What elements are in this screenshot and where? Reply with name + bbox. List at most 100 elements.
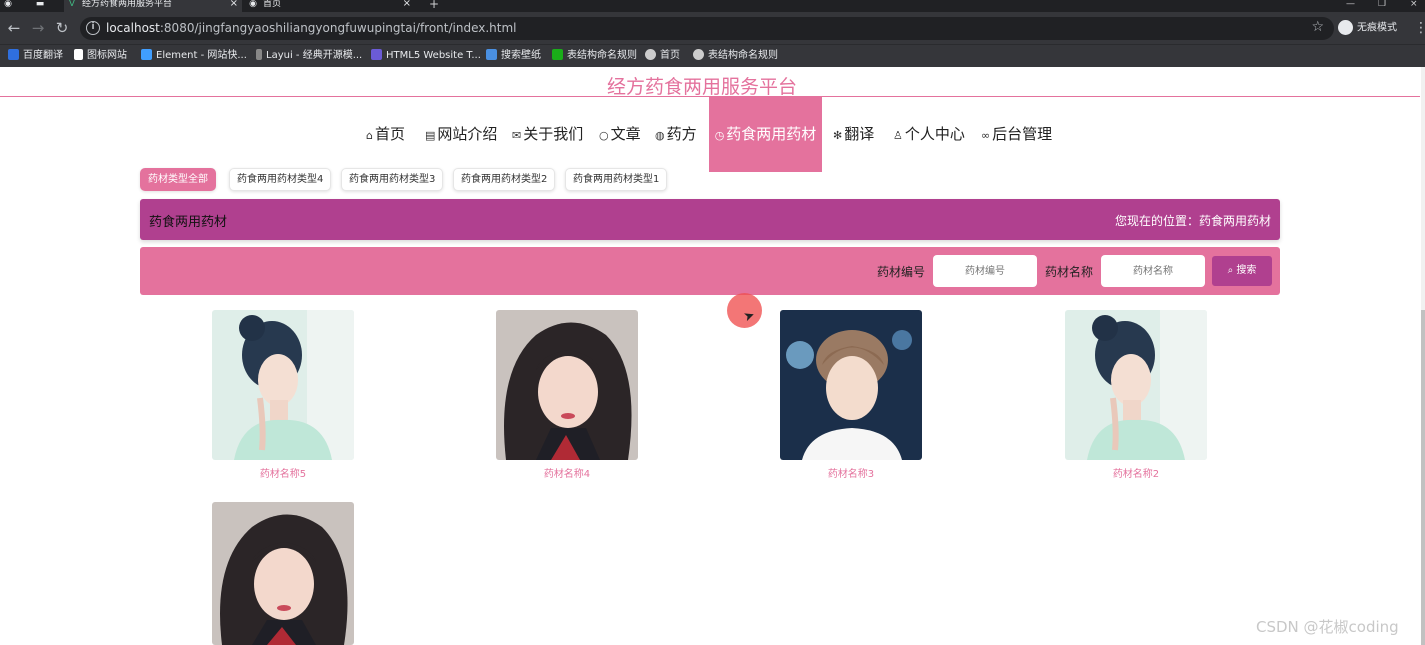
address-bar[interactable]: i localhost:8080/jingfangyaoshiliangyong… <box>80 17 1334 40</box>
bookmarks-bar: 百度翻译 图标网站 Element - 网站快... Layui - 经典开源模… <box>0 44 1425 67</box>
browser-tab[interactable]: ◉ <box>0 0 30 12</box>
restore-icon[interactable]: ❐ <box>1378 0 1386 9</box>
herb-photo[interactable] <box>212 310 354 460</box>
translate-icon <box>8 49 19 60</box>
cursor-icon: ➤ <box>741 307 758 326</box>
globe-icon <box>645 49 656 60</box>
nav-item-about[interactable]: ✉ 关于我们 <box>512 97 583 172</box>
scrollbar-thumb[interactable] <box>1421 310 1425 645</box>
site-title: 经方药食两用服务平台 <box>606 76 797 98</box>
browser-tab-active[interactable]: V 经方药食两用服务平台 × <box>64 0 242 12</box>
mail-icon: ✉ <box>512 129 522 142</box>
window-icon: ▬ <box>35 0 45 9</box>
cursor-highlight: ➤ <box>727 293 762 328</box>
herb-name[interactable]: 药材名称3 <box>780 465 922 480</box>
watermark: CSDN @花椒coding <box>1256 618 1399 636</box>
location-text: 您现在的位置：药食两用药材 <box>1114 214 1271 228</box>
close-window-icon[interactable]: × <box>1410 0 1418 9</box>
nav-item-herbs[interactable]: ◷ 药食两用药材 <box>709 97 822 172</box>
herb-card[interactable]: 药材名称3 <box>780 310 922 480</box>
bookmark-item[interactable]: Layui - 经典开源模... <box>256 49 362 63</box>
clock-icon: ◷ <box>714 129 725 142</box>
info-icon[interactable]: i <box>86 21 100 35</box>
section-title: 药食两用药材 <box>149 215 228 230</box>
chrome-icon: ◉ <box>4 0 12 9</box>
herb-card[interactable]: 药材名称4 <box>496 310 638 480</box>
browser-tab[interactable]: ▬ <box>32 0 62 12</box>
close-icon[interactable]: × <box>230 0 238 9</box>
search-bar: 药材编号 药材名称 ⌕ 搜索 <box>140 247 1280 295</box>
bookmark-star-icon[interactable]: ☆ <box>1311 19 1324 35</box>
url-text: localhost:8080/jingfangyaoshiliangyongfu… <box>106 21 517 35</box>
forward-icon[interactable]: → <box>30 20 46 36</box>
layui-icon <box>256 49 262 60</box>
nav-item-articles[interactable]: ○ 文章 <box>599 97 641 172</box>
bookmark-item[interactable]: 表结构命名规则 <box>693 49 778 63</box>
circle-icon: ○ <box>599 129 609 142</box>
browser-tab-strip: ◉ ▬ V 经方药食两用服务平台 × ◉ 首页 × + — ❐ × <box>0 0 1425 12</box>
nav-item-home[interactable]: ⌂ 首页 <box>366 97 405 172</box>
back-icon[interactable]: ← <box>6 20 22 36</box>
herb-card[interactable]: 药材名称5 <box>212 310 354 480</box>
type-tab[interactable]: 药食两用药材类型1 <box>565 168 668 191</box>
home-icon: ⌂ <box>366 129 373 142</box>
globe-icon <box>693 49 704 60</box>
type-tab[interactable]: 药食两用药材类型3 <box>341 168 444 191</box>
target-icon: ◍ <box>655 129 665 142</box>
name-label: 药材名称 <box>1045 265 1094 279</box>
type-tab[interactable]: 药食两用药材类型2 <box>453 168 556 191</box>
herb-photo[interactable] <box>212 502 354 645</box>
nav-item-translate[interactable]: ✻ 翻译 <box>833 97 874 172</box>
bookmark-item[interactable]: 搜索壁纸 <box>486 49 541 63</box>
user-icon: ♙ <box>893 129 903 142</box>
herb-name[interactable]: 药材名称2 <box>1065 465 1207 480</box>
browser-tab[interactable]: ◉ 首页 × <box>245 0 415 12</box>
incognito-indicator[interactable]: 无痕模式 <box>1338 20 1397 37</box>
herb-card[interactable] <box>212 502 354 645</box>
type-tab-all[interactable]: 药材类型全部 <box>140 168 216 191</box>
nav-item-admin[interactable]: ∞ 后台管理 <box>981 97 1052 172</box>
minimize-icon[interactable]: — <box>1346 0 1355 9</box>
nav-item-prescriptions[interactable]: ◍ 药方 <box>655 97 697 172</box>
herb-photo[interactable] <box>1065 310 1207 460</box>
menu-kebab-icon[interactable]: ⋮ <box>1414 20 1425 36</box>
tab-title: 经方药食两用服务平台 <box>82 0 173 9</box>
calendar-icon: ▤ <box>425 129 436 142</box>
herb-photo[interactable] <box>780 310 922 460</box>
chrome-icon: ◉ <box>249 0 257 9</box>
search-icon: ⌕ <box>1227 265 1234 276</box>
vue-icon: V <box>68 0 76 9</box>
link-icon: ∞ <box>981 129 991 142</box>
bookmark-item[interactable]: 首页 <box>645 49 680 63</box>
bookmark-item[interactable]: Element - 网站快... <box>141 49 247 63</box>
herb-card[interactable]: 药材名称2 <box>1065 310 1207 480</box>
html5-icon <box>371 49 382 60</box>
bookmark-item[interactable]: 百度翻译 <box>8 49 63 63</box>
herb-photo[interactable] <box>496 310 638 460</box>
new-tab-button[interactable]: + <box>429 0 439 10</box>
element-icon <box>141 49 152 60</box>
herb-name[interactable]: 药材名称4 <box>496 465 638 480</box>
bookmark-item[interactable]: 图标网站 <box>74 49 127 63</box>
incognito-icon <box>1338 20 1353 35</box>
type-tab[interactable]: 药食两用药材类型4 <box>229 168 332 191</box>
code-label: 药材编号 <box>877 265 926 279</box>
name-input[interactable] <box>1101 255 1205 287</box>
breadcrumb-link[interactable]: 药食两用药材 <box>1199 214 1271 228</box>
tab-title: 首页 <box>263 0 282 9</box>
bookmark-item[interactable]: HTML5 Website T... <box>371 49 481 63</box>
wallpaper-icon <box>486 49 497 60</box>
search-button[interactable]: ⌕ 搜索 <box>1212 256 1272 286</box>
main-nav: ⌂ 首页 ▤ 网站介绍 ✉ 关于我们 ○ 文章 ◍ 药方 ◷ 药食两用药材 ✻ 翻译 ♙ 个人中… <box>0 97 1425 172</box>
bookmark-item[interactable]: 表结构命名规则 <box>552 49 637 63</box>
reload-icon[interactable]: ↻ <box>54 20 70 36</box>
nav-item-profile[interactable]: ♙ 个人中心 <box>893 97 965 172</box>
close-icon[interactable]: × <box>403 0 411 9</box>
sheet-icon <box>552 49 563 60</box>
herb-name[interactable]: 药材名称5 <box>212 465 354 480</box>
snowflake-icon: ✻ <box>833 129 843 142</box>
nav-item-intro[interactable]: ▤ 网站介绍 <box>425 97 497 172</box>
breadcrumb: 药食两用药材 您现在的位置：药食两用药材 <box>140 199 1280 240</box>
code-input[interactable] <box>933 255 1037 287</box>
flag-icon <box>74 49 83 60</box>
